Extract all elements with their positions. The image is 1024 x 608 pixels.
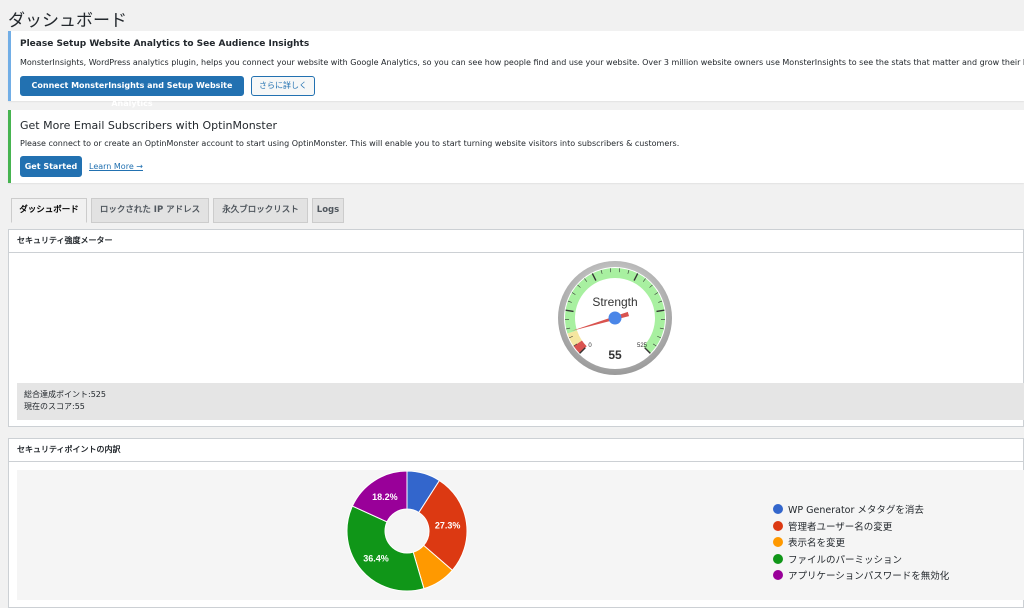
analytics-notice: Please Setup Website Analytics to See Au…	[8, 31, 1024, 108]
analytics-notice-text: MonsterInsights, WordPress analytics plu…	[20, 58, 1024, 67]
tab-logs[interactable]: Logs	[312, 198, 344, 223]
score-summary: 総合達成ポイント:525 現在のスコア:55	[17, 383, 1024, 420]
donut-data-label: 27.3%	[435, 521, 461, 531]
legend-swatch	[773, 520, 783, 531]
legend-label: アプリケーションパスワードを無効化	[788, 571, 950, 582]
legend-swatch	[773, 553, 783, 564]
legend-label: 管理者ユーザー名の変更	[788, 521, 893, 533]
legend-swatch	[773, 537, 783, 547]
security-breakdown-panel: セキュリティポイントの内訳 27.3% 36.4% 18.2% WP Generat…	[8, 438, 1024, 608]
breakdown-chart-area: 27.3% 36.4% 18.2% WP Generator メタタグを消去 管理者ユ…	[17, 470, 1024, 600]
optinmonster-notice-title: Get More Email Subscribers with OptinMon…	[20, 119, 278, 132]
get-started-button[interactable]: Get Started	[20, 156, 82, 177]
optinmonster-notice-text: Please connect to or create an OptinMons…	[20, 139, 680, 148]
learn-more-button[interactable]: さらに詳しく	[251, 76, 315, 96]
connect-monsterinsights-button[interactable]: Connect MonsterInsights and Setup Websit…	[20, 76, 244, 108]
optinmonster-learn-more-link[interactable]: Learn More →	[89, 162, 143, 171]
tab-permanent-blocklist[interactable]: 永久ブロックリスト	[213, 198, 308, 223]
current-score: 現在のスコア:55	[24, 402, 85, 411]
donut-data-label: 18.2%	[372, 492, 398, 502]
legend-label: WP Generator メタタグを消去	[788, 505, 924, 516]
security-breakdown-title: セキュリティポイントの内訳	[9, 439, 1023, 462]
tab-dashboard[interactable]: ダッシュボード	[11, 198, 87, 223]
legend-label: 表示名を変更	[788, 538, 846, 549]
tab-locked-ip[interactable]: ロックされた IP アドレス	[91, 198, 209, 223]
gauge-max-label: 525	[637, 343, 648, 349]
security-strength-panel: セキュリティ強度メーター Strength 0 525 55 総合達成ポイント:…	[8, 229, 1024, 427]
gauge-value: 55	[608, 348, 622, 362]
gauge-title: Strength	[592, 295, 637, 309]
optinmonster-notice: Get More Email Subscribers with OptinMon…	[8, 110, 1024, 183]
analytics-notice-title: Please Setup Website Analytics to See Au…	[20, 39, 310, 49]
legend-swatch	[773, 504, 783, 514]
legend-swatch	[773, 570, 783, 580]
legend-label: ファイルのパーミッション	[788, 554, 903, 566]
strength-gauge: Strength 0 525 55	[558, 261, 672, 375]
gauge-hub	[608, 311, 622, 325]
donut-data-label: 36.4%	[363, 553, 389, 563]
total-points: 総合達成ポイント:525	[24, 390, 106, 399]
security-strength-title: セキュリティ強度メーター	[9, 230, 1023, 253]
page-title: ダッシュボード	[8, 11, 127, 31]
